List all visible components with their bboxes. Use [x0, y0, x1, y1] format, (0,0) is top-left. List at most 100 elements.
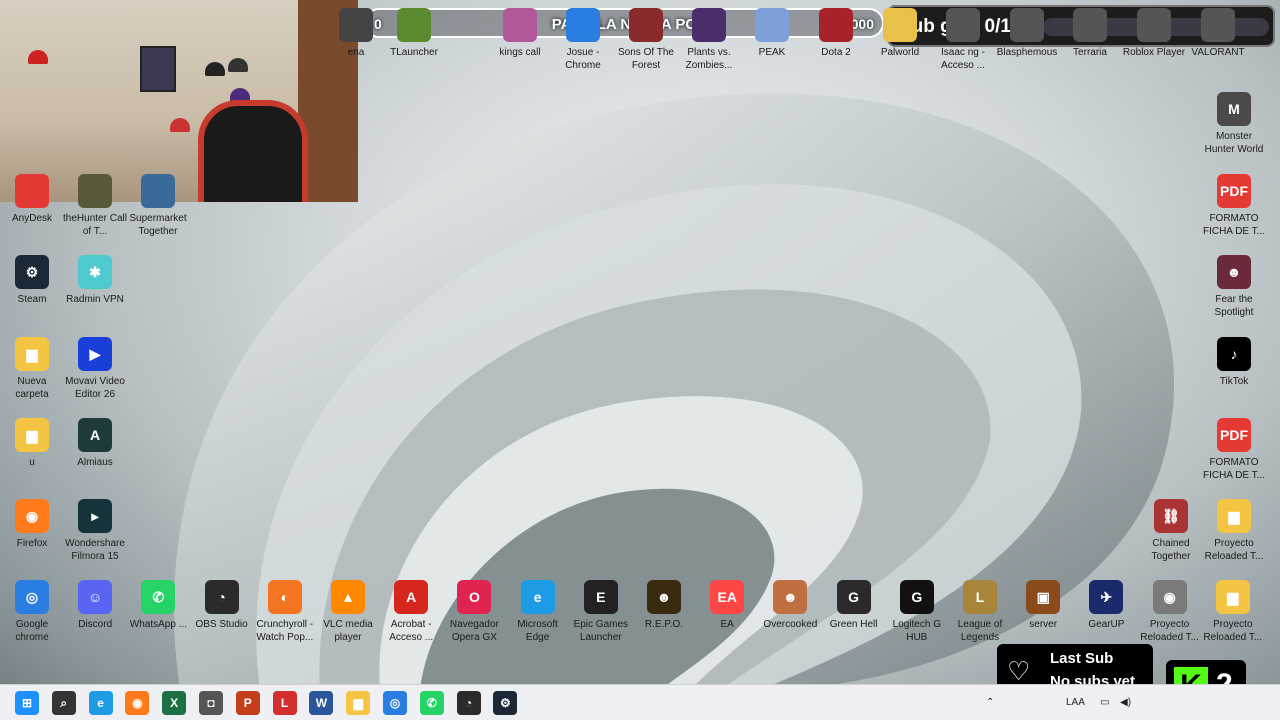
desktop-icon[interactable]: ☻ Fear the Spotlight [1202, 255, 1266, 319]
desktop-icon[interactable]: Roblox Player [1122, 8, 1186, 59]
chevron-up-icon[interactable]: ⌃ [986, 697, 994, 708]
desktop-icon[interactable]: theHunter Call of T... [63, 174, 127, 238]
vlc-icon: ▲ [331, 580, 365, 614]
desktop-icon[interactable]: PDF FORMATO FICHA DE T... [1202, 418, 1266, 482]
desktop-icon[interactable]: Josue - Chrome [551, 8, 615, 72]
desktop-icon[interactable]: ◐ Crunchyroll - Watch Pop... [253, 580, 317, 644]
desktop-icon-label: FORMATO FICHA DE T... [1202, 457, 1266, 481]
desktop-icon[interactable]: E Epic Games Launcher [569, 580, 633, 644]
desktop-icon[interactable]: Sons Of The Forest [614, 8, 678, 72]
anydesk-icon [15, 174, 49, 208]
desktop-icon[interactable]: EA EA [695, 580, 759, 631]
desktop-icon[interactable]: ◔ OBS Studio [190, 580, 254, 631]
desktop-icon[interactable]: ✆ WhatsApp ... [126, 580, 190, 631]
game-icon: M [1217, 92, 1251, 126]
desktop-icon[interactable]: ◉ Firefox [0, 499, 64, 550]
desktop-icon[interactable]: A Acrobat - Acceso ... [379, 580, 443, 644]
desktop-icon[interactable]: Isaac ng - Acceso ... [931, 8, 995, 72]
desktop-icon[interactable]: ⚙ Steam [0, 255, 64, 306]
whatsapp-icon[interactable]: ✆ [419, 691, 444, 715]
desktop-icon[interactable]: G Logitech G HUB [885, 580, 949, 644]
desktop-icon-label: FORMATO FICHA DE T... [1202, 213, 1266, 237]
desktop-icon[interactable]: ▣ server [1011, 580, 1075, 631]
desktop-icon[interactable]: ▆ Nueva carpeta [0, 337, 64, 401]
desktop-icon[interactable]: ♪ TikTok [1202, 337, 1266, 388]
desktop-icon-label: Almiaus [77, 457, 113, 468]
desktop-icon[interactable]: ▶ Movavi Video Editor 26 [63, 337, 127, 401]
desktop-icon[interactable]: L League of Legends [948, 580, 1012, 644]
edge-icon[interactable]: e [88, 691, 113, 715]
desktop-icon[interactable]: Dota 2 [804, 8, 868, 59]
desktop-icon-label: theHunter Call of T... [63, 213, 127, 237]
desktop-icon[interactable]: Supermarket Together [126, 174, 190, 238]
desktop-icon[interactable]: Plants vs. Zombies... [677, 8, 741, 72]
game-icon [141, 174, 175, 208]
desktop-icon[interactable]: M Monster Hunter World [1202, 92, 1266, 156]
windows-start-icon[interactable]: ⊞ [15, 691, 39, 715]
desktop-icon[interactable]: ◉ Proyecto Reloaded T... [1138, 580, 1202, 644]
desktop-icon-label: Firefox [16, 538, 48, 549]
steam-icon[interactable]: ⚙ [493, 691, 518, 715]
game-icon: ☻ [647, 580, 681, 614]
desktop-icon[interactable]: PDF FORMATO FICHA DE T... [1202, 174, 1266, 238]
desktop-icon[interactable]: VALORANT [1186, 8, 1250, 59]
desktop-icon-label: PEAK [758, 47, 786, 58]
desktop-icon-label: Terraria [1073, 47, 1107, 58]
desktop-icon-label: Discord [78, 619, 113, 630]
desktop-icon[interactable]: A Almiaus [63, 418, 127, 469]
last-sub-title: Last Sub [1050, 650, 1114, 667]
desktop-icon[interactable]: ▆ Proyecto Reloaded T... [1201, 580, 1265, 644]
desktop-icon[interactable]: ▆ Proyecto Reloaded T... [1202, 499, 1266, 563]
game-icon [692, 8, 726, 42]
edge-icon: e [520, 580, 555, 614]
dota-icon [819, 8, 853, 42]
desktop-icon[interactable]: Terraria [1058, 8, 1122, 59]
desktop-icon-label: Josue - Chrome [565, 47, 601, 71]
volume-icon[interactable]: ◀) [1120, 697, 1131, 708]
desktop-icon[interactable]: TLauncher [382, 8, 446, 59]
desktop-icon[interactable]: kings call [488, 8, 552, 59]
gearup-icon: ✈ [1089, 580, 1124, 614]
desktop-icon[interactable]: ena [336, 8, 376, 59]
file-explorer-icon[interactable]: ▆ [346, 691, 371, 715]
desktop-icon[interactable]: ✱ Radmin VPN [63, 255, 127, 306]
chrome-icon[interactable]: ◎ [383, 691, 407, 715]
desktop-icon[interactable]: ☻ Overcooked [758, 580, 822, 631]
desktop-icon[interactable]: ☻ R.E.P.O. [632, 580, 696, 631]
crunchyroll-icon: ◐ [267, 580, 302, 614]
app-icon [339, 8, 373, 42]
lol-icon: L [963, 580, 997, 614]
desktop-icon[interactable]: ▆ u [0, 418, 64, 469]
desktop-icon[interactable]: Palworld [868, 8, 932, 59]
network-icon[interactable]: ▭ [1100, 697, 1109, 708]
powerpoint-icon[interactable]: P [235, 691, 260, 715]
webcam-hat [28, 50, 48, 64]
desktop-icon[interactable]: Blasphemous [995, 8, 1059, 59]
desktop-icon[interactable]: ▸ Wondershare Filmora 15 [63, 499, 127, 563]
excel-icon[interactable]: X [162, 691, 187, 715]
desktop-icon[interactable]: ☺ Discord [63, 580, 127, 631]
firefox-icon: ◉ [15, 499, 49, 533]
desktop-icon[interactable]: G Green Hell [822, 580, 886, 631]
desktop-icon[interactable]: ✈ GearUP [1074, 580, 1138, 631]
app-l-icon[interactable]: L [272, 691, 297, 715]
tiktok-icon: ♪ [1217, 337, 1251, 371]
desktop-icon[interactable]: O Navegador Opera GX [442, 580, 506, 644]
obs-icon[interactable]: ◔ [456, 691, 481, 715]
desktop-icon[interactable]: e Microsoft Edge [506, 580, 570, 644]
firefox-icon[interactable]: ◉ [125, 691, 150, 715]
word-icon[interactable]: W [309, 691, 334, 715]
desktop-icon-label: TLauncher [390, 47, 438, 58]
camera-icon[interactable]: ◘ [199, 691, 223, 715]
desktop-icon[interactable]: ▲ VLC media player [316, 580, 380, 644]
search-icon[interactable]: ⌕ [51, 691, 76, 715]
desktop-icon-label: Supermarket Together [129, 213, 187, 237]
desktop-icon[interactable]: AnyDesk [0, 174, 64, 225]
desktop-icon[interactable]: ◎ Google chrome [0, 580, 64, 644]
tray-language[interactable]: LAA [1066, 697, 1085, 708]
folder-icon: ▆ [15, 337, 49, 371]
desktop-icon[interactable]: ⛓ Chained Together [1139, 499, 1203, 563]
webcam-gaming-chair [198, 100, 308, 202]
desktop-icon[interactable]: PEAK [740, 8, 804, 59]
filmora-icon: ▸ [78, 499, 112, 533]
